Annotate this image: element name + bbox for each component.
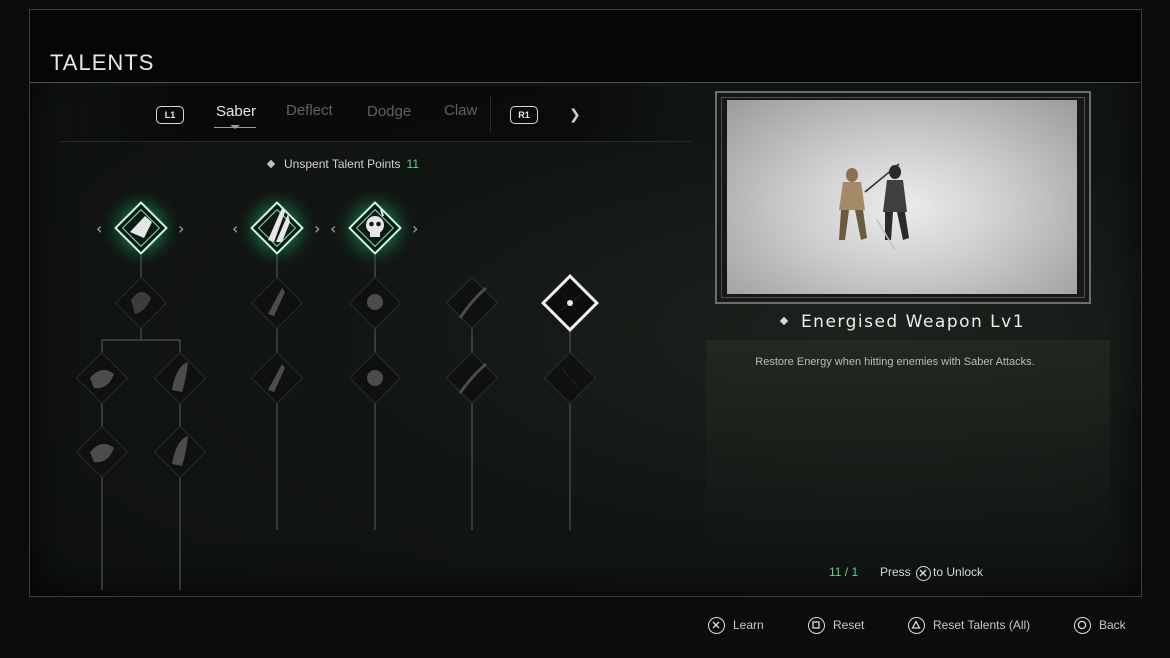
talent-node[interactable] bbox=[250, 351, 304, 405]
talent-node[interactable] bbox=[114, 276, 168, 330]
circle-button-icon bbox=[1074, 617, 1091, 634]
talent-node-equipped-2[interactable]: ‹ › bbox=[232, 188, 320, 268]
back-label: Back bbox=[1099, 618, 1126, 632]
reset-label: Reset bbox=[833, 618, 865, 632]
chevron-left-icon[interactable]: ‹ bbox=[330, 219, 336, 238]
reset-all-button[interactable]: Reset Talents (All) bbox=[906, 617, 1030, 634]
talent-preview-video bbox=[727, 100, 1077, 294]
talent-node[interactable] bbox=[153, 351, 207, 405]
talent-node[interactable] bbox=[153, 425, 207, 479]
cross-button-icon bbox=[708, 617, 725, 634]
reset-button[interactable]: Reset bbox=[806, 617, 864, 634]
talent-tree: ‹ › ‹ › ‹ › bbox=[75, 188, 599, 590]
unlock-prompt[interactable]: Press to Unlock bbox=[880, 565, 983, 581]
talent-description: Restore Energy when hitting enemies with… bbox=[755, 356, 1035, 368]
description-panel bbox=[706, 340, 1110, 555]
talent-node[interactable] bbox=[445, 351, 499, 405]
talent-node[interactable] bbox=[543, 351, 597, 405]
talent-node-equipped-1[interactable]: ‹ › bbox=[96, 188, 184, 268]
talent-name: Energised Weapon Lv1 bbox=[718, 312, 1088, 332]
talent-node-equipped-3[interactable]: ‹ › bbox=[330, 188, 418, 268]
talent-node[interactable] bbox=[75, 351, 129, 405]
unlock-label: to Unlock bbox=[933, 565, 984, 579]
cross-button-icon bbox=[916, 566, 932, 581]
talent-preview-frame bbox=[715, 91, 1091, 304]
skull-icon bbox=[367, 294, 383, 310]
talent-node[interactable] bbox=[445, 276, 499, 330]
talent-node[interactable] bbox=[75, 425, 129, 479]
talent-node-selected[interactable] bbox=[541, 274, 599, 332]
square-button-icon bbox=[808, 617, 825, 634]
talent-cost: 11 / 1 bbox=[829, 565, 859, 579]
talent-node[interactable] bbox=[250, 276, 304, 330]
learn-button[interactable]: Learn bbox=[706, 617, 764, 634]
triangle-button-icon bbox=[908, 617, 925, 634]
chevron-left-icon[interactable]: ‹ bbox=[232, 219, 238, 238]
tree-connectors bbox=[101, 255, 571, 590]
diamond-bullet-icon bbox=[779, 316, 789, 326]
chevron-right-icon[interactable]: › bbox=[178, 219, 184, 238]
press-label: Press bbox=[880, 565, 911, 579]
chevron-right-icon[interactable]: › bbox=[412, 219, 418, 238]
talent-name-text: Energised Weapon Lv1 bbox=[800, 312, 1026, 332]
chevron-left-icon[interactable]: ‹ bbox=[96, 219, 102, 238]
skull-icon bbox=[367, 370, 383, 386]
talent-node[interactable] bbox=[348, 276, 402, 330]
back-button[interactable]: Back bbox=[1072, 617, 1126, 634]
chevron-right-icon[interactable]: › bbox=[314, 219, 320, 238]
talent-node[interactable] bbox=[348, 351, 402, 405]
reset-all-label: Reset Talents (All) bbox=[933, 618, 1031, 632]
learn-label: Learn bbox=[733, 618, 764, 632]
